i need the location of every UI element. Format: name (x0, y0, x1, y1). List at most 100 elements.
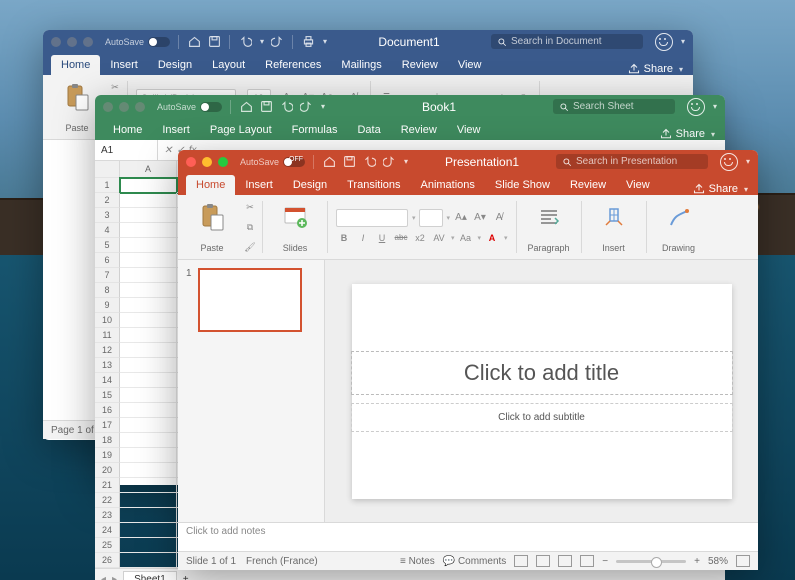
row-header[interactable]: 2 (95, 193, 120, 208)
row-header[interactable]: 5 (95, 238, 120, 253)
shrink-font-icon[interactable]: A▾ (472, 210, 488, 226)
cell[interactable] (120, 328, 177, 343)
insert-button[interactable] (600, 201, 628, 233)
cell[interactable] (120, 238, 177, 253)
bold-button[interactable]: B (336, 230, 352, 246)
paste-button[interactable] (198, 201, 226, 233)
ppt-titlebar[interactable]: AutoSave OFF ▾ Presentation1 Search in P… (178, 150, 758, 173)
row-header[interactable]: 9 (95, 298, 120, 313)
tab-home[interactable]: Home (186, 175, 235, 195)
tab-view[interactable]: View (616, 175, 660, 195)
row-header[interactable]: 11 (95, 328, 120, 343)
tab-review[interactable]: Review (391, 120, 447, 140)
row-header[interactable]: 22 (95, 493, 120, 508)
paste-button[interactable] (63, 81, 91, 113)
search-field[interactable]: Search Sheet (553, 99, 675, 114)
row-header[interactable]: 8 (95, 283, 120, 298)
feedback-icon[interactable] (655, 33, 673, 51)
font-name-select[interactable] (336, 209, 408, 227)
normal-view-icon[interactable] (514, 555, 528, 567)
row-header[interactable]: 16 (95, 403, 120, 418)
cell[interactable] (120, 283, 177, 298)
minimize-button[interactable] (67, 37, 77, 47)
search-field[interactable]: Search in Document (491, 34, 643, 49)
close-button[interactable] (186, 157, 196, 167)
redo-icon[interactable] (270, 35, 284, 49)
grow-font-icon[interactable]: A▴ (453, 210, 469, 226)
title-placeholder[interactable]: Click to add title (351, 351, 733, 395)
cut-icon[interactable]: ✂ (242, 199, 258, 215)
close-button[interactable] (51, 37, 61, 47)
home-icon[interactable] (239, 100, 253, 114)
undo-icon[interactable] (362, 155, 376, 169)
subtitle-placeholder[interactable]: Click to add subtitle (351, 403, 733, 432)
feedback-icon[interactable] (720, 153, 738, 171)
tab-insert[interactable]: Insert (235, 175, 283, 195)
autosave-toggle[interactable]: AutoSave (105, 37, 170, 47)
cell[interactable] (120, 268, 177, 283)
row-header[interactable]: 25 (95, 538, 120, 553)
change-case-icon[interactable]: Aa (458, 230, 474, 246)
home-icon[interactable] (187, 35, 201, 49)
add-sheet-button[interactable]: + (183, 574, 189, 580)
cell[interactable] (120, 313, 177, 328)
tab-data[interactable]: Data (347, 120, 390, 140)
row-header[interactable]: 21 (95, 478, 120, 493)
cell[interactable] (120, 403, 177, 418)
sorter-view-icon[interactable] (536, 555, 550, 567)
cut-icon[interactable]: ✂ (107, 79, 123, 95)
row-header[interactable]: 20 (95, 463, 120, 478)
slideshow-view-icon[interactable] (580, 555, 594, 567)
row-header[interactable]: 26 (95, 553, 120, 568)
col-header[interactable]: A (120, 161, 177, 178)
zoom-button[interactable] (83, 37, 93, 47)
thumbnail-1[interactable]: 1 (186, 268, 316, 332)
row-header[interactable]: 4 (95, 223, 120, 238)
tab-review[interactable]: Review (392, 55, 448, 75)
tab-layout[interactable]: Layout (202, 55, 255, 75)
save-icon[interactable] (207, 35, 221, 49)
cell[interactable] (120, 418, 177, 433)
drawing-button[interactable] (665, 201, 693, 233)
minimize-button[interactable] (119, 102, 129, 112)
autosave-toggle[interactable]: AutoSave (157, 102, 222, 112)
tab-formulas[interactable]: Formulas (282, 120, 348, 140)
redo-icon[interactable] (299, 100, 313, 114)
slide-canvas[interactable]: Click to add title Click to add subtitle (325, 260, 758, 522)
row-header[interactable]: 18 (95, 433, 120, 448)
cell[interactable] (120, 223, 177, 238)
tab-animations[interactable]: Animations (411, 175, 485, 195)
tab-home[interactable]: Home (103, 120, 152, 140)
zoom-slider[interactable] (616, 560, 686, 563)
prev-sheet-icon[interactable]: ▸ (112, 574, 117, 580)
row-header[interactable]: 23 (95, 508, 120, 523)
notes-pane[interactable]: Click to add notes (178, 522, 758, 551)
cell[interactable] (120, 373, 177, 388)
minimize-button[interactable] (202, 157, 212, 167)
font-color-icon[interactable]: A (484, 230, 500, 246)
autosave-toggle[interactable]: AutoSave OFF (240, 157, 305, 167)
excel-titlebar[interactable]: AutoSave ▾ Book1 Search Sheet ▾ (95, 95, 725, 118)
share-button[interactable]: Share▾ (693, 183, 748, 195)
cell[interactable] (120, 388, 177, 403)
tab-transitions[interactable]: Transitions (337, 175, 410, 195)
language-status[interactable]: French (France) (246, 556, 318, 567)
row-header[interactable]: 24 (95, 523, 120, 538)
feedback-icon[interactable] (687, 98, 705, 116)
tab-view[interactable]: View (448, 55, 492, 75)
format-painter-icon[interactable]: 🖌 (242, 239, 258, 255)
close-button[interactable] (103, 102, 113, 112)
tab-view[interactable]: View (447, 120, 491, 140)
tab-references[interactable]: References (255, 55, 331, 75)
cell[interactable] (120, 358, 177, 373)
tab-design[interactable]: Design (283, 175, 337, 195)
sheet-tab[interactable]: Sheet1 (123, 571, 177, 580)
new-slide-button[interactable] (281, 201, 309, 233)
undo-icon[interactable] (279, 100, 293, 114)
tab-design[interactable]: Design (148, 55, 202, 75)
cell[interactable] (120, 433, 177, 448)
word-titlebar[interactable]: AutoSave ▾ ▾ Document1 Search in Documen… (43, 30, 693, 53)
cell[interactable] (120, 178, 177, 193)
redo-icon[interactable] (382, 155, 396, 169)
row-header[interactable]: 14 (95, 373, 120, 388)
